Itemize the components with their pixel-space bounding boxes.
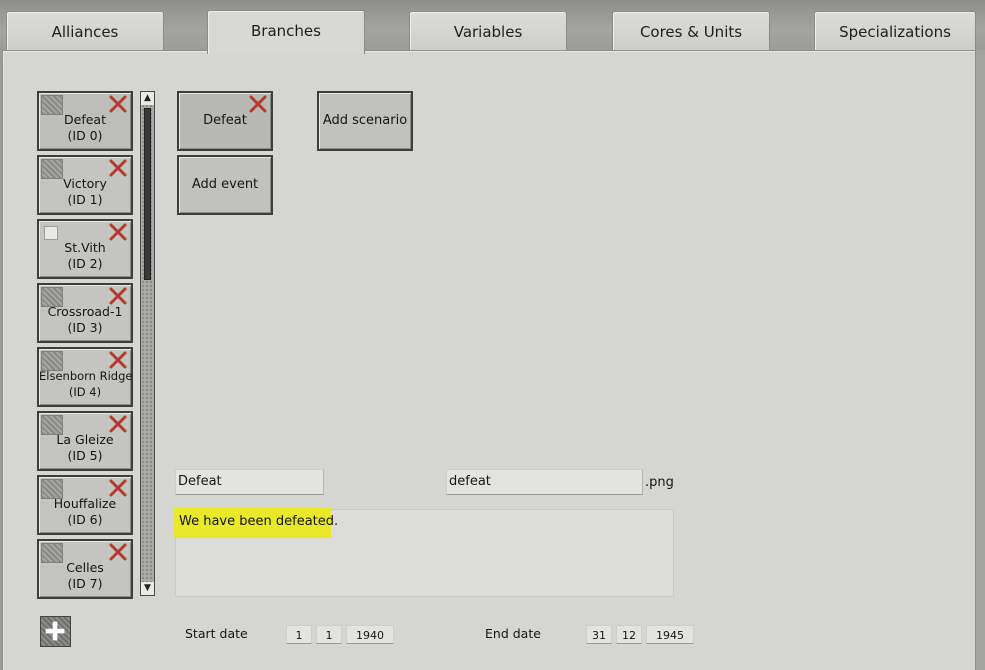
- tab-branches[interactable]: Branches: [207, 10, 365, 54]
- end-year-input[interactable]: 1945: [646, 625, 694, 644]
- tab-alliances[interactable]: Alliances: [6, 11, 164, 51]
- x-icon[interactable]: [108, 222, 128, 242]
- end-day-input[interactable]: 31: [586, 625, 612, 644]
- branch-item-crossroad-1[interactable]: Crossroad-1 (ID 3): [37, 283, 133, 343]
- event-name-input[interactable]: Defeat: [175, 469, 324, 495]
- window-edge: [976, 50, 985, 670]
- scrollbar-thumb[interactable]: [144, 108, 151, 280]
- tab-specializations[interactable]: Specializations: [814, 11, 976, 51]
- x-icon[interactable]: [108, 414, 128, 434]
- branch-item-celles[interactable]: Celles (ID 7): [37, 539, 133, 599]
- branch-label: La Gleize (ID 5): [56, 432, 114, 463]
- start-year-input[interactable]: 1940: [346, 625, 394, 644]
- image-extension: .png: [645, 475, 674, 490]
- branch-item-st-vith[interactable]: St.Vith (ID 2): [37, 219, 133, 279]
- add-event-button[interactable]: Add event: [177, 155, 273, 215]
- start-day-input[interactable]: 1: [286, 625, 312, 644]
- branch-label: St.Vith (ID 2): [64, 240, 106, 271]
- description-text: We have been defeated.: [179, 514, 339, 529]
- branch-label: Defeat (ID 0): [64, 112, 106, 143]
- event-label: Defeat: [203, 113, 247, 128]
- x-icon[interactable]: [108, 94, 128, 114]
- x-icon[interactable]: [108, 542, 128, 562]
- plus-icon: [45, 621, 65, 641]
- start-month-input[interactable]: 1: [316, 625, 342, 644]
- add-branch-button[interactable]: [40, 616, 71, 647]
- x-icon[interactable]: [108, 350, 128, 370]
- start-date-label: Start date: [185, 626, 248, 641]
- end-date-label: End date: [485, 626, 541, 641]
- branch-item-elsenborn-ridge[interactable]: Elsenborn Ridge (ID 4): [37, 347, 133, 407]
- arrow-up-icon[interactable]: ▲: [141, 92, 154, 105]
- arrow-down-icon[interactable]: ▼: [141, 582, 154, 595]
- branch-list-scrollbar[interactable]: ▲ ▼: [140, 91, 155, 596]
- tab-variables[interactable]: Variables: [409, 11, 567, 51]
- tab-cores-units[interactable]: Cores & Units: [612, 11, 770, 51]
- branch-item-victory[interactable]: Victory (ID 1): [37, 155, 133, 215]
- x-icon[interactable]: [248, 94, 268, 114]
- end-month-input[interactable]: 12: [616, 625, 642, 644]
- x-icon[interactable]: [108, 158, 128, 178]
- x-icon[interactable]: [108, 478, 128, 498]
- branch-item-la-gleize[interactable]: La Gleize (ID 5): [37, 411, 133, 471]
- branch-item-defeat[interactable]: Defeat (ID 0): [37, 91, 133, 151]
- branch-item-houffalize[interactable]: Houffalize (ID 6): [37, 475, 133, 535]
- branch-label: Elsenborn Ridge (ID 4): [39, 369, 133, 399]
- branch-label: Celles (ID 7): [66, 560, 104, 591]
- branch-label: Houffalize (ID 6): [53, 496, 117, 527]
- x-icon[interactable]: [108, 286, 128, 306]
- add-scenario-button[interactable]: Add scenario: [317, 91, 413, 151]
- event-button-defeat[interactable]: Defeat: [177, 91, 273, 151]
- image-name-input[interactable]: defeat: [446, 469, 643, 495]
- branch-label: Crossroad-1 (ID 3): [47, 304, 123, 335]
- branch-thumbnail: [44, 226, 58, 240]
- branch-label: Victory (ID 1): [63, 176, 107, 207]
